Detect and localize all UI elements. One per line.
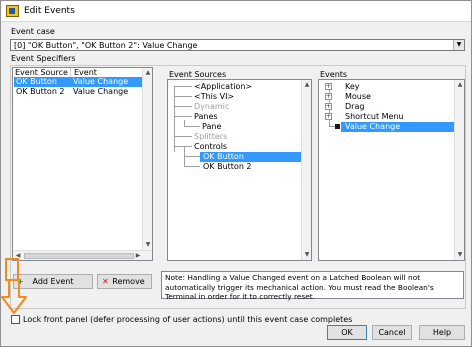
event-case-value: [0] "OK Button", "OK Button 2": Value Ch… [14, 41, 198, 50]
lock-front-panel-checkbox[interactable] [11, 315, 20, 324]
source-item[interactable]: Controls [194, 142, 227, 152]
add-event-label: Add Event [32, 277, 74, 286]
event-sources-tree[interactable]: <Application> <This VI> Dynamic Panes Pa… [167, 79, 312, 261]
event-item[interactable]: Mouse [345, 92, 371, 102]
event-specifiers-label: Event Specifiers [11, 54, 76, 63]
tree-connector [174, 146, 192, 147]
event-item[interactable]: Shortcut Menu [345, 112, 404, 122]
column-header-event[interactable]: Event [71, 68, 143, 77]
annotation-arrow-icon [1, 279, 27, 314]
window-title: Edit Events [24, 6, 75, 16]
source-item[interactable]: Dynamic [194, 102, 229, 112]
remove-button[interactable]: ✕ Remove [97, 274, 152, 289]
event-item[interactable]: Key [345, 82, 360, 92]
tree-connector [174, 106, 192, 107]
specifier-row[interactable]: OK Button Value Change [14, 77, 143, 87]
remove-label: Remove [112, 277, 145, 286]
scroll-up-icon[interactable]: ▲ [302, 80, 312, 90]
events-tree[interactable]: + + + + Key Mouse Drag Shortcut Menu Val… [318, 79, 465, 261]
event-case-dropdown[interactable]: [0] "OK Button", "OK Button 2": Value Ch… [10, 39, 465, 51]
specifier-source: OK Button 2 [16, 87, 65, 96]
event-item[interactable]: Value Change [341, 122, 455, 132]
vertical-scrollbar[interactable]: ▲ ▼ [454, 80, 464, 260]
vertical-scrollbar[interactable]: ▲ ▼ [142, 68, 152, 260]
source-item[interactable]: <Application> [194, 82, 252, 92]
help-button[interactable]: Help [419, 325, 465, 340]
scroll-up-icon[interactable]: ▲ [143, 68, 153, 78]
events-label: Events [320, 70, 348, 79]
tree-connector [174, 86, 192, 87]
event-bullet-icon [335, 124, 340, 129]
scroll-down-icon[interactable]: ▼ [455, 250, 465, 260]
specifier-event: Value Change [73, 77, 129, 86]
scroll-thumb[interactable] [24, 253, 134, 259]
event-item[interactable]: Drag [345, 102, 364, 112]
specifier-source: OK Button [16, 77, 57, 86]
expand-icon[interactable]: + [325, 103, 332, 110]
scroll-right-icon[interactable]: ▶ [133, 251, 143, 261]
tree-connector [184, 156, 200, 157]
event-case-label: Event case [11, 27, 55, 36]
vertical-scrollbar[interactable]: ▲ ▼ [301, 80, 311, 260]
tree-connector [184, 166, 200, 167]
edit-events-dialog: Edit Events Event case [0] "OK Button", … [0, 0, 472, 347]
source-item[interactable]: OK Button [200, 152, 301, 162]
source-item[interactable]: OK Button 2 [203, 162, 252, 172]
expand-icon[interactable]: + [325, 83, 332, 90]
expand-icon[interactable]: + [325, 93, 332, 100]
title-bar: Edit Events [1, 1, 471, 22]
column-header-event-source[interactable]: Event Source [13, 68, 71, 77]
chevron-down-icon[interactable]: ▼ [453, 40, 464, 50]
source-item[interactable]: Splitters [194, 132, 227, 142]
scroll-up-icon[interactable]: ▲ [455, 80, 465, 90]
specifier-row[interactable]: OK Button 2 Value Change [14, 87, 143, 97]
source-item[interactable]: Panes [194, 112, 218, 122]
event-specifier-list[interactable]: Event Source Event OK Button Value Chang… [12, 67, 153, 261]
tree-connector [184, 126, 200, 127]
source-item[interactable]: Pane [202, 122, 221, 132]
expand-icon[interactable]: + [325, 113, 332, 120]
latched-boolean-note: Note: Handling a Value Changed event on … [161, 271, 464, 301]
tree-connector [174, 136, 192, 137]
scroll-down-icon[interactable]: ▼ [302, 250, 312, 260]
source-item[interactable]: <This VI> [194, 92, 234, 102]
ok-button[interactable]: OK [327, 325, 367, 340]
horizontal-scrollbar[interactable]: ◀ ▶ [13, 250, 152, 260]
event-sources-label: Event Sources [169, 70, 227, 79]
cancel-button[interactable]: Cancel [372, 325, 412, 340]
tree-connector [174, 96, 192, 97]
specifier-event: Value Change [73, 87, 129, 96]
scroll-down-icon[interactable]: ▼ [143, 240, 153, 250]
x-icon: ✕ [102, 277, 109, 286]
annotation-highlight-box [5, 258, 19, 281]
tree-connector [174, 116, 192, 117]
lock-front-panel-label: Lock front panel (defer processing of us… [23, 315, 353, 324]
labview-app-icon [6, 5, 19, 17]
